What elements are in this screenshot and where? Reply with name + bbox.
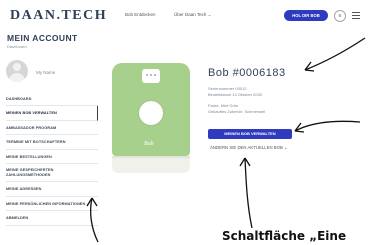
avatar xyxy=(6,60,28,82)
username: My Name xyxy=(36,70,56,75)
brand-logo[interactable]: DAAN.TECH xyxy=(10,8,107,24)
dial-knob xyxy=(139,101,163,125)
sidebar-item-payment-methods[interactable]: MEINE GESPEICHERTEN ZAHLUNGSMETHODEN xyxy=(6,164,98,183)
sidebar-item-logout[interactable]: ABMELDEN xyxy=(6,211,98,226)
dishwasher-base xyxy=(112,156,190,173)
get-bob-button[interactable]: HOL DIR BOB xyxy=(284,10,328,21)
change-bob-dropdown[interactable]: ÄNDERN SIE DEN AKTUELLEN BOB ⌄ xyxy=(210,145,288,151)
dishwasher-image: Bob xyxy=(112,63,190,173)
page-title: MEIN ACCOUNT xyxy=(7,33,78,43)
device-brand-label: Bob xyxy=(144,141,154,147)
annotation-callout: Schaltfläche „Eine xyxy=(222,229,347,243)
breadcrumb[interactable]: Dashboard xyxy=(7,44,27,49)
cart-icon[interactable]: ≡ xyxy=(334,10,346,22)
purchase-date: Bestelldatum 13 Oktober 2020 xyxy=(208,92,263,97)
hamburger-icon[interactable] xyxy=(352,12,360,19)
sidebar-item-manage-bob[interactable]: MEINEN BOB VERWALTEN xyxy=(6,106,98,121)
sidebar-item-dashboard[interactable]: DASHBOARD xyxy=(6,92,98,107)
control-panel xyxy=(142,69,160,83)
device-color: Farbe: Mint Grün xyxy=(208,103,239,108)
sidebar-item-personal-info[interactable]: MEINE PERSÖNLICHEN INFORMATIONEN xyxy=(6,197,98,212)
nav-link-about[interactable]: Über Daan Tech ⌄ xyxy=(174,12,211,18)
sidebar-item-ambassador-program[interactable]: AMBASSADOR PROGRAM xyxy=(6,121,98,136)
nav-link-discover[interactable]: Bob Entdecken xyxy=(125,12,156,17)
device-accessories: Gekauftes Zubehör: Schmerwell xyxy=(208,109,266,114)
device-title: Bob #0006183 xyxy=(208,67,286,79)
sidebar-item-orders[interactable]: MEINE BESTELLUNGEN xyxy=(6,150,98,165)
sidebar-menu: DASHBOARD MEINEN BOB VERWALTEN AMBASSADO… xyxy=(6,92,98,226)
sidebar-item-addresses[interactable]: MEINE ADRESSEN xyxy=(6,182,98,197)
sidebar-item-ambassador-appointments[interactable]: TERMINE MIT BOTSCHAFTERN xyxy=(6,135,98,150)
dishwasher-body: Bob xyxy=(112,63,190,156)
top-bar: DAAN.TECH Bob Entdecken Über Daan Tech ⌄… xyxy=(0,0,370,30)
manage-bob-button[interactable]: MEINEN BOB VERWALTEN xyxy=(208,129,292,139)
serial-number: Seriennummer 00012 xyxy=(208,86,247,91)
